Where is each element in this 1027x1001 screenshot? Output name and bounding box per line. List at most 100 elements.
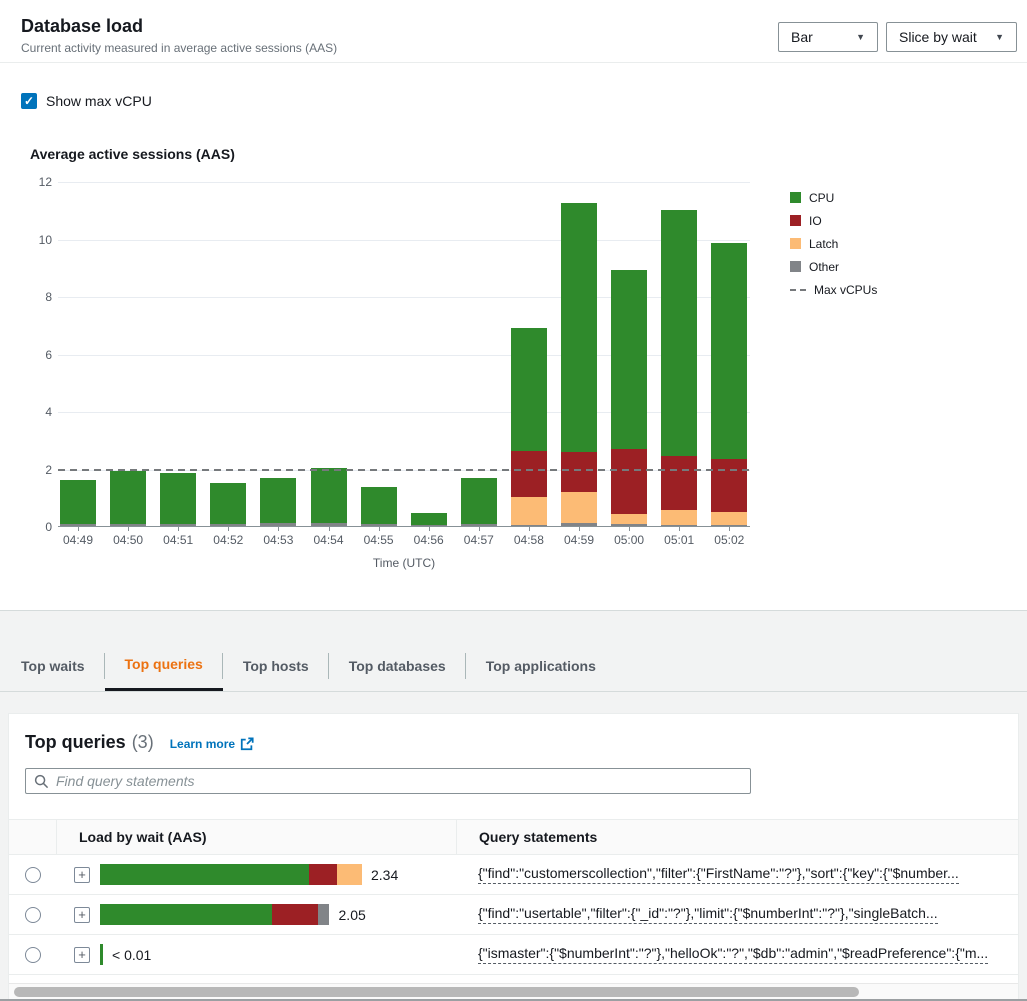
load-by-wait-cell: +< 0.01	[56, 944, 456, 965]
x-axis-tick	[729, 527, 730, 531]
bar-segment-other	[260, 523, 296, 526]
query-column-header: Query statements	[456, 820, 1018, 854]
chart-bar-04:50[interactable]	[110, 471, 146, 526]
chart-bar-04:53[interactable]	[260, 478, 296, 526]
tab-top-queries[interactable]: Top queries	[105, 643, 223, 691]
chart-bar-04:51[interactable]	[160, 473, 196, 526]
load-by-wait-cell: +2.05	[56, 904, 456, 925]
chart-bar-04:49[interactable]	[60, 480, 96, 526]
query-cell: {"ismaster":{"$numberInt":"?"},"helloOk"…	[456, 945, 1018, 964]
chart-bar-04:59[interactable]	[561, 203, 597, 526]
chart-bar-05:01[interactable]	[661, 210, 697, 526]
query-search-input[interactable]	[56, 773, 742, 789]
load-bar-segment-other	[318, 904, 329, 925]
query-statement-link[interactable]: {"ismaster":{"$numberInt":"?"},"helloOk"…	[478, 945, 988, 964]
bar-segment-other	[311, 523, 347, 526]
bar-segment-other	[511, 525, 547, 526]
row-radio-button[interactable]	[25, 867, 41, 883]
chart-bar-04:55[interactable]	[361, 487, 397, 526]
bar-segment-other	[60, 524, 96, 526]
x-axis-tick	[679, 527, 680, 531]
max-vcpu-line	[58, 469, 750, 471]
bar-segment-cpu	[260, 478, 296, 524]
x-axis-tick	[329, 527, 330, 531]
row-expand-button[interactable]: +	[74, 907, 90, 923]
bar-segment-io	[511, 451, 547, 497]
bar-segment-latch	[711, 512, 747, 525]
x-axis-tick	[228, 527, 229, 531]
x-axis-tick	[128, 527, 129, 531]
chart-bar-04:52[interactable]	[210, 483, 246, 526]
bar-segment-cpu	[561, 203, 597, 452]
bar-segment-other	[110, 524, 146, 526]
x-axis-title: Time (UTC)	[58, 556, 750, 570]
bar-segment-other	[461, 524, 497, 526]
row-expand-button[interactable]: +	[74, 867, 90, 883]
table-body: +2.34{"find":"customerscollection","filt…	[9, 855, 1018, 975]
chart-bar-04:56[interactable]	[411, 513, 447, 527]
row-expand-button[interactable]: +	[74, 947, 90, 963]
tab-top-hosts[interactable]: Top hosts	[223, 643, 329, 691]
show-max-vcpu-label: Show max vCPU	[46, 93, 152, 109]
select-cell	[9, 947, 56, 963]
bar-segment-latch	[611, 514, 647, 525]
bar-segment-other	[361, 524, 397, 526]
tab-top-waits[interactable]: Top waits	[21, 643, 105, 691]
legend-swatch-icon	[790, 261, 801, 272]
bar-segment-latch	[561, 492, 597, 522]
load-column-header: Load by wait (AAS)	[56, 820, 456, 854]
database-load-header: Database load Current activity measured …	[0, 0, 1027, 63]
table-row: +2.05 {"find":"usertable","filter":{"_id"…	[9, 895, 1018, 935]
x-axis-tick	[379, 527, 380, 531]
chart-controls: Bar ▼ Slice by wait ▼	[778, 22, 1017, 52]
load-bar-segment-cpu	[100, 864, 309, 885]
bar-segment-cpu	[311, 468, 347, 523]
page-subtitle: Current activity measured in average act…	[21, 41, 337, 55]
learn-more-label: Learn more	[170, 737, 235, 751]
legend-label: Max vCPUs	[814, 283, 877, 297]
load-bar-segment-io	[272, 904, 318, 925]
chart-type-select[interactable]: Bar ▼	[778, 22, 878, 52]
queries-table: Load by wait (AAS) Query statements +2.3…	[9, 819, 1018, 975]
query-cell: {"find":"customerscollection","filter":{…	[456, 865, 1018, 884]
x-axis-labels: 04:4904:5004:5104:5204:5304:5404:5504:56…	[58, 533, 750, 549]
query-statement-link[interactable]: {"find":"usertable","filter":{"_id":"?"}…	[478, 905, 938, 924]
row-radio-button[interactable]	[25, 907, 41, 923]
legend-item-max-vcpus: Max vCPUs	[790, 278, 877, 301]
load-bar-segment-io	[309, 864, 337, 885]
chart-bar-04:54[interactable]	[311, 468, 347, 526]
bar-segment-io	[661, 456, 697, 509]
chart-bar-04:58[interactable]	[511, 328, 547, 526]
show-max-vcpu-row: ✓ Show max vCPU	[21, 93, 152, 109]
tab-top-databases[interactable]: Top databases	[329, 643, 466, 691]
load-bar-segment-cpu	[100, 904, 272, 925]
panel-count-badge: (3)	[132, 732, 154, 753]
chart-bar-05:02[interactable]	[711, 243, 747, 526]
bar-segment-io	[711, 459, 747, 512]
show-max-vcpu-checkbox[interactable]: ✓	[21, 93, 37, 109]
y-tick-label: 10	[12, 233, 52, 247]
bar-segment-other	[411, 525, 447, 526]
panel-title: Top queries	[25, 732, 126, 753]
query-statement-link[interactable]: {"find":"customerscollection","filter":{…	[478, 865, 959, 884]
bar-segment-cpu	[160, 473, 196, 524]
bar-segment-other	[210, 524, 246, 526]
x-axis-tick	[579, 527, 580, 531]
tab-top-applications[interactable]: Top applications	[466, 643, 616, 691]
horizontal-scrollbar	[9, 983, 1018, 999]
select-cell	[9, 867, 56, 883]
learn-more-link[interactable]: Learn more	[170, 737, 254, 751]
slice-by-select[interactable]: Slice by wait ▼	[886, 22, 1017, 52]
legend-label: Latch	[809, 237, 838, 251]
x-tick-label: 05:02	[699, 533, 759, 547]
chart-bar-05:00[interactable]	[611, 270, 647, 526]
bar-segment-cpu	[611, 270, 647, 449]
x-axis-tick	[178, 527, 179, 531]
horizontal-scrollbar-thumb[interactable]	[14, 987, 859, 997]
bar-segment-cpu	[110, 471, 146, 524]
load-bar-segment-cpu	[100, 944, 103, 965]
bar-segment-io	[611, 449, 647, 514]
chart-bar-04:57[interactable]	[461, 478, 497, 526]
bar-segment-other	[711, 525, 747, 526]
row-radio-button[interactable]	[25, 947, 41, 963]
